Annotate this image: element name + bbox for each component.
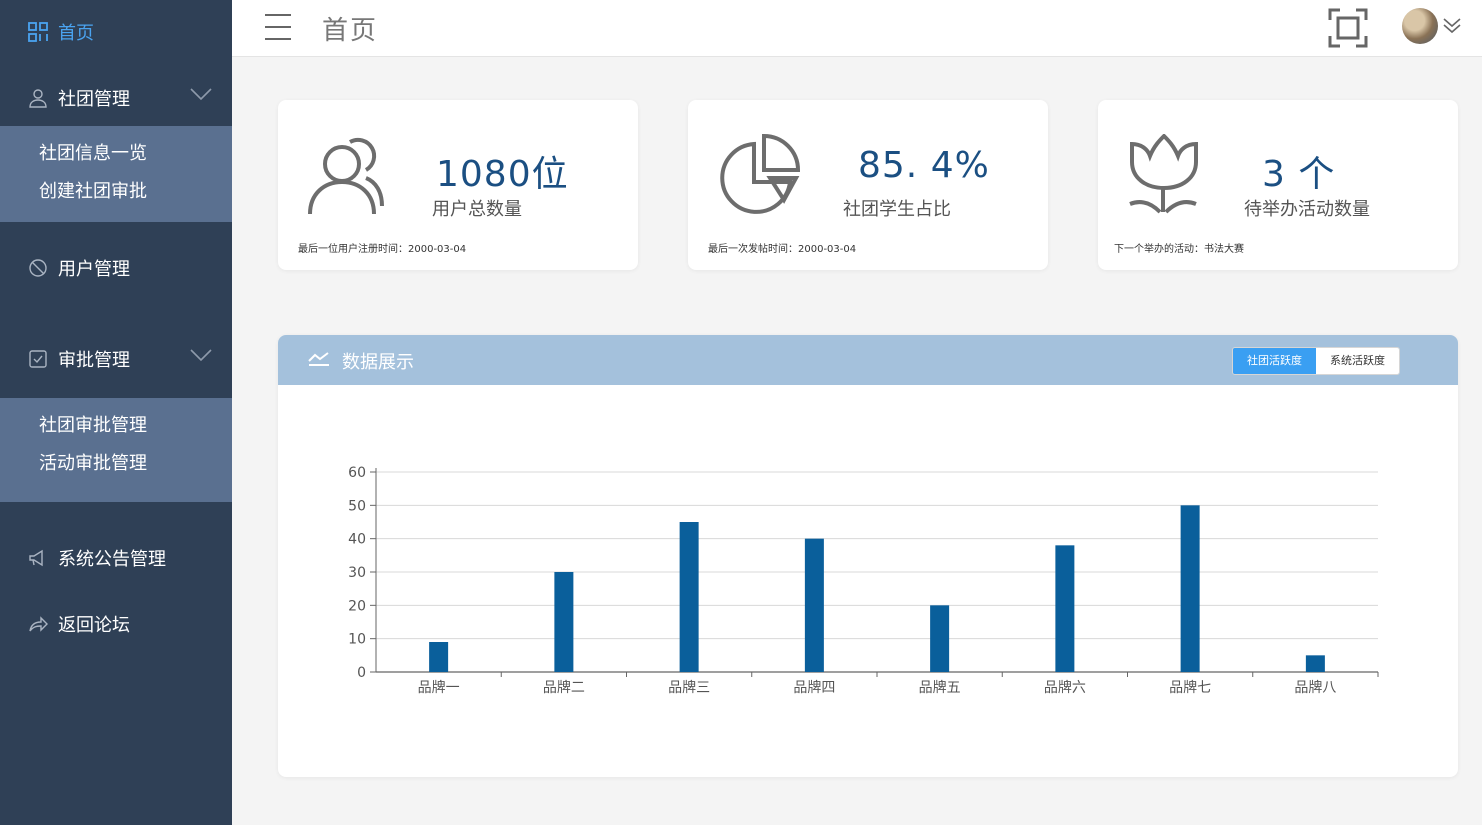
x-tick-label: 品牌六 — [1044, 679, 1086, 696]
users-icon — [308, 137, 384, 215]
nav-user-management-label: 用户管理 — [58, 259, 130, 280]
bar — [429, 642, 449, 672]
stat-ratio-value: 85. 4% — [858, 145, 990, 186]
page-title: 首页 — [322, 16, 379, 46]
chevron-down-icon[interactable] — [1442, 16, 1462, 36]
y-tick-label: 60 — [348, 465, 366, 481]
y-tick-label: 10 — [348, 632, 366, 648]
menu-icon[interactable] — [264, 12, 292, 42]
approval-submenu: 社团审批管理 活动审批管理 — [0, 398, 232, 502]
sidebar: 首页 社团管理 社团信息一览 创建社团审批 用户管理 审批管理 社团审批管理 活… — [0, 0, 232, 825]
nav-back-forum[interactable]: 返回论坛 — [0, 599, 232, 649]
stat-users-footnote: 最后一位用户注册时间：2000-03-04 — [298, 244, 467, 255]
y-tick-label: 0 — [357, 665, 366, 681]
y-tick-label: 40 — [348, 532, 366, 548]
bar — [1055, 545, 1075, 672]
nav-approval-management-label: 审批管理 — [58, 350, 130, 371]
stat-activities-label: 待举办活动数量 — [1244, 199, 1370, 220]
nav-club-management-label: 社团管理 — [58, 89, 130, 110]
stat-ratio-label: 社团学生占比 — [843, 199, 951, 220]
bar — [1305, 655, 1325, 672]
nav-back-forum-label: 返回论坛 — [58, 615, 130, 636]
top-header: 首页 — [232, 0, 1482, 57]
club-submenu: 社团信息一览 创建社团审批 — [0, 126, 232, 222]
submenu-item-activity-approval[interactable]: 活动审批管理 — [0, 445, 232, 483]
x-tick-label: 品牌七 — [1169, 679, 1211, 696]
nav-notice-management[interactable]: 系统公告管理 — [0, 533, 232, 583]
nav-user-management[interactable]: 用户管理 — [0, 243, 232, 293]
x-tick-label: 品牌五 — [919, 679, 961, 696]
chevron-down-icon — [190, 349, 212, 362]
submenu-item-club-info[interactable]: 社团信息一览 — [0, 135, 232, 173]
stat-card-activities: 3 个 待举办活动数量 下一个举办的活动：书法大赛 — [1098, 100, 1458, 270]
y-tick-label: 20 — [348, 598, 366, 614]
nav-home-label: 首页 — [58, 23, 94, 44]
stat-ratio-footnote: 最后一次发帖时间：2000-03-04 — [708, 244, 857, 255]
submenu-item-create-club-approval[interactable]: 创建社团审批 — [0, 173, 232, 211]
fullscreen-icon[interactable] — [1328, 8, 1368, 48]
bar — [1180, 505, 1200, 672]
checkbox-icon — [29, 350, 47, 368]
bar — [804, 538, 824, 672]
trend-icon — [308, 352, 329, 366]
stat-activities-footnote: 下一个举办的活动：书法大赛 — [1114, 244, 1244, 255]
stat-users-label: 用户总数量 — [432, 199, 522, 220]
x-tick-label: 品牌四 — [793, 679, 835, 696]
x-tick-label: 品牌三 — [668, 679, 710, 696]
data-display-panel: 数据展示 社团活跃度 系统活跃度 0 10 20 30 40 50 60 品牌一 品牌二 品牌三 品… — [278, 335, 1458, 777]
x-tick-label: 品牌八 — [1294, 679, 1336, 696]
tab-club-activity[interactable]: 社团活跃度 — [1233, 348, 1316, 374]
megaphone-icon — [29, 549, 43, 567]
tulip-icon — [1129, 134, 1198, 214]
x-tick-label: 品牌二 — [543, 679, 585, 696]
y-tick-label: 50 — [348, 498, 366, 514]
avatar[interactable] — [1402, 8, 1438, 44]
bar — [554, 572, 574, 672]
x-tick-label: 品牌一 — [418, 679, 460, 696]
bar — [930, 605, 950, 672]
ban-icon — [29, 259, 47, 277]
tab-system-activity[interactable]: 系统活跃度 — [1316, 348, 1399, 374]
user-icon — [29, 89, 47, 108]
stat-users-value: 1080位 — [436, 154, 569, 195]
bar-chart: 0 10 20 30 40 50 60 品牌一 品牌二 品牌三 品牌四 品牌五 品牌六 品牌七 品牌八 — [348, 465, 1379, 696]
bar — [679, 522, 699, 672]
pie-chart-icon — [720, 134, 801, 214]
stat-activities-value: 3 个 — [1262, 154, 1336, 195]
stat-card-ratio: 85. 4% 社团学生占比 最后一次发帖时间：2000-03-04 — [688, 100, 1048, 270]
chart-tabs: 社团活跃度 系统活跃度 — [1232, 347, 1400, 375]
submenu-item-club-approval[interactable]: 社团审批管理 — [0, 407, 232, 445]
chevron-down-icon — [190, 88, 212, 101]
panel-title: 数据展示 — [342, 352, 414, 373]
nav-approval-management[interactable]: 审批管理 — [0, 334, 232, 384]
share-arrow-icon — [29, 616, 48, 632]
grid-icon — [28, 22, 48, 42]
nav-club-management[interactable]: 社团管理 — [0, 73, 232, 123]
panel-header: 数据展示 社团活跃度 系统活跃度 — [278, 335, 1458, 385]
stat-card-users: 1080位 用户总数量 最后一位用户注册时间：2000-03-04 — [278, 100, 638, 270]
nav-notice-management-label: 系统公告管理 — [58, 549, 166, 570]
y-tick-label: 30 — [348, 565, 366, 581]
nav-home[interactable]: 首页 — [0, 0, 232, 64]
